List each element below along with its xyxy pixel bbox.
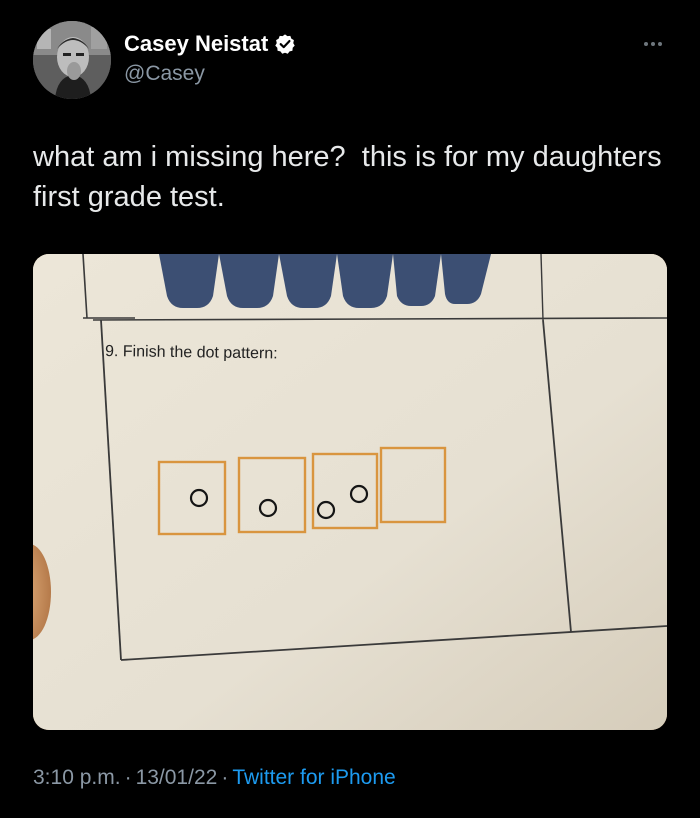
more-dot — [644, 42, 648, 46]
tweet-date[interactable]: 13/01/22 — [136, 766, 218, 789]
verified-badge-icon — [275, 34, 296, 54]
tweet-meta: 3:10 p.m. · 13/01/22 · Twitter for iPhone — [33, 766, 396, 790]
author-name-row[interactable]: Casey Neistat — [124, 31, 296, 57]
meta-separator: · — [221, 766, 229, 789]
worksheet-photo: 9. Finish the dot pattern: — [33, 254, 667, 730]
author-handle[interactable]: @Casey — [124, 62, 205, 86]
tweet-text: what am i missing here? this is for my d… — [33, 141, 670, 213]
more-dot — [651, 42, 655, 46]
more-dots-icon[interactable] — [638, 36, 668, 52]
more-dot — [658, 42, 662, 46]
tweet: Casey Neistat @Casey what am i missing h… — [0, 0, 700, 818]
meta-separator: · — [124, 766, 132, 789]
tweet-source-link[interactable]: Twitter for iPhone — [232, 766, 395, 789]
question-label: 9. Finish the dot pattern: — [105, 343, 278, 362]
tweet-time[interactable]: 3:10 p.m. — [33, 766, 121, 789]
avatar-photo — [33, 21, 111, 99]
author-avatar[interactable] — [33, 21, 111, 99]
author-name[interactable]: Casey Neistat — [124, 31, 268, 57]
tweet-photo[interactable]: 9. Finish the dot pattern: — [33, 254, 667, 730]
